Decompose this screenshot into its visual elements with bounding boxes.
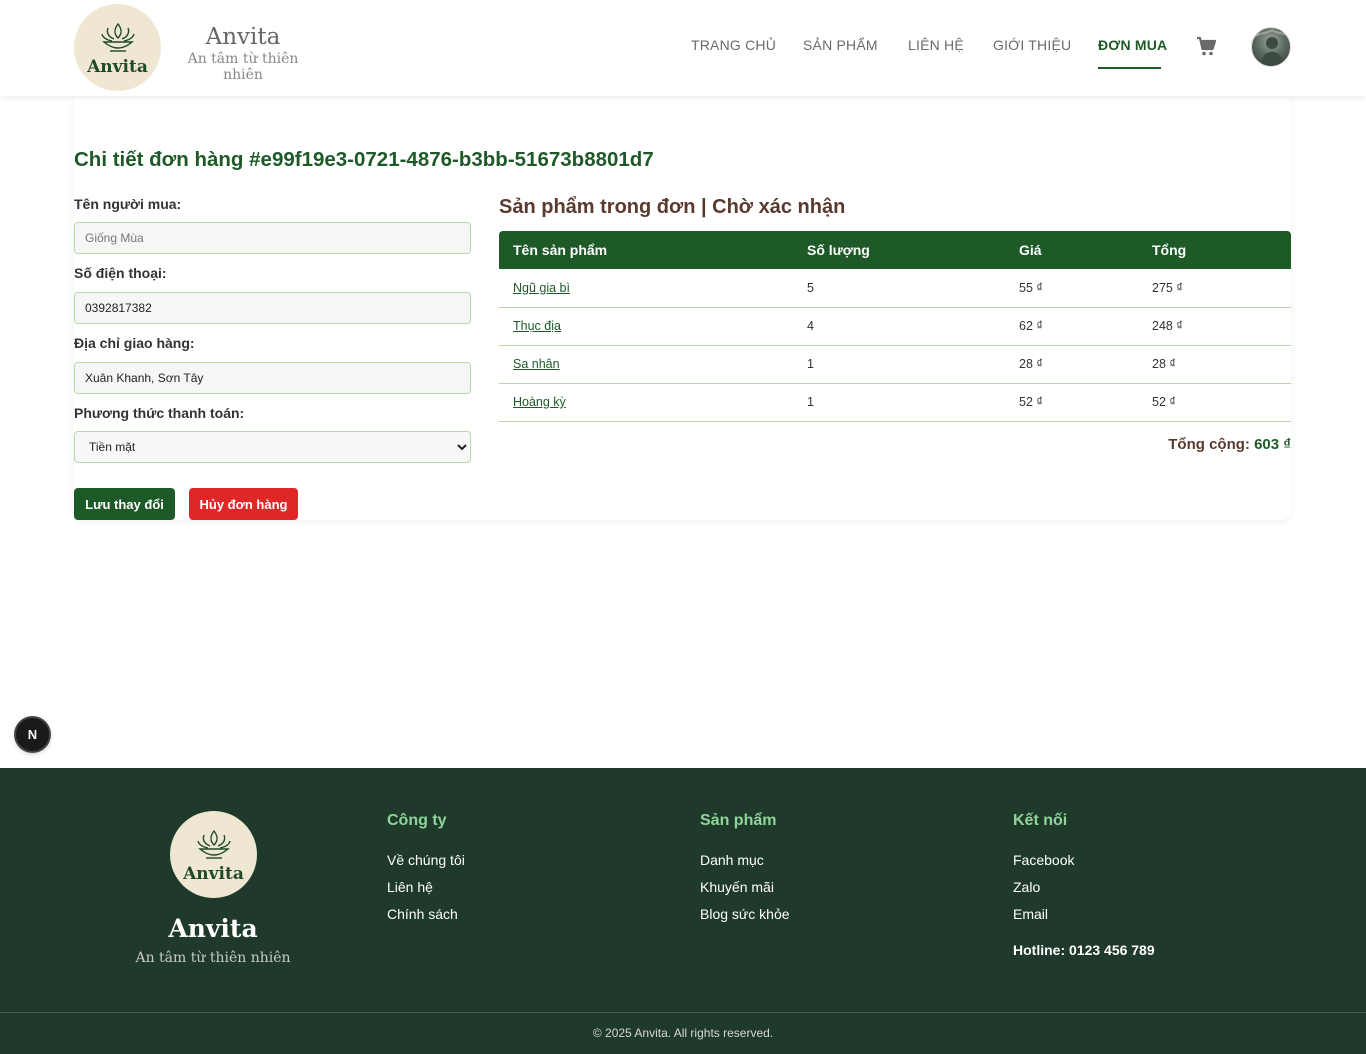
logo[interactable]: Anvita [74, 4, 161, 91]
nav-products[interactable]: SẢN PHẨM [803, 37, 878, 53]
footer-hotline: Hotline: 0123 456 789 [1013, 942, 1155, 958]
address-input[interactable] [74, 362, 471, 394]
avatar-image [1252, 28, 1290, 66]
footer-link-facebook[interactable]: Facebook [1013, 852, 1074, 868]
product-link[interactable]: Sa nhân [513, 357, 560, 371]
site-footer: Anvita Anvita An tâm từ thiên nhiên Công… [0, 768, 1366, 1054]
footer-link-contact[interactable]: Liên hệ [387, 879, 433, 895]
footer-product-title: Sản phẩm [700, 812, 777, 829]
nav-about[interactable]: GIỚI THIỆU [993, 37, 1071, 53]
footer-brand-name: Anvita [168, 914, 258, 943]
price-cell: 62 ₫ [1005, 307, 1138, 346]
herb-bowl-icon [196, 829, 231, 859]
buyer-name-input[interactable] [74, 222, 471, 254]
user-avatar[interactable] [1251, 27, 1291, 67]
footer-link-policy[interactable]: Chính sách [387, 906, 458, 922]
header-name: Tên sản phẩm [499, 231, 793, 269]
footer-divider [0, 1012, 1366, 1013]
total-amount: 603 ₫ [1254, 436, 1291, 453]
nav-contact[interactable]: LIÊN HỆ [908, 37, 964, 53]
header-price: Giá [1005, 231, 1138, 269]
products-section-title: Sản phẩm trong đơn | Chờ xác nhận [499, 196, 846, 218]
products-table: Tên sản phẩm Số lượng Giá Tổng Ngũ gia b… [499, 231, 1291, 422]
qty-cell: 5 [793, 269, 1005, 308]
total-label: Tổng cộng: [1168, 436, 1250, 453]
cart-icon[interactable] [1196, 36, 1216, 56]
order-total: Tổng cộng: 603 ₫ [1168, 436, 1291, 453]
qty-cell: 1 [793, 383, 1005, 422]
header-qty: Số lượng [793, 231, 1005, 269]
footer-link-about[interactable]: Về chúng tôi [387, 852, 465, 868]
footer-link-categories[interactable]: Danh mục [700, 852, 764, 868]
nav-home[interactable]: TRANG CHỦ [691, 37, 776, 53]
footer-brand-tagline: An tâm từ thiên nhiên [135, 950, 291, 966]
price-cell: 52 ₫ [1005, 383, 1138, 422]
footer-logo: Anvita [170, 811, 257, 898]
brand-tagline: An tâm từ thiên nhiên [187, 51, 299, 83]
nav-orders[interactable]: ĐƠN MUA [1098, 37, 1167, 53]
total-cell: 28 ₫ [1138, 345, 1291, 384]
footer-link-blog[interactable]: Blog sức khỏe [700, 906, 790, 922]
footer-copyright: © 2025 Anvita. All rights reserved. [592, 1026, 774, 1040]
page-title: Chi tiết đơn hàng #e99f19e3-0721-4876-b3… [74, 148, 654, 171]
price-cell: 28 ₫ [1005, 345, 1138, 384]
table-row: Hoàng kỳ 1 52 ₫ 52 ₫ [499, 383, 1291, 422]
product-link[interactable]: Thục địa [513, 319, 561, 333]
table-row: Ngũ gia bì 5 55 ₫ 275 ₫ [499, 269, 1291, 308]
footer-link-promotions[interactable]: Khuyến mãi [700, 879, 774, 895]
table-row: Thục địa 4 62 ₫ 248 ₫ [499, 307, 1291, 346]
product-link[interactable]: Ngũ gia bì [513, 281, 570, 295]
dev-tools-badge[interactable]: N [16, 718, 49, 751]
payment-select[interactable]: Tiền mặt [74, 431, 471, 463]
total-cell: 52 ₫ [1138, 383, 1291, 422]
nav-active-indicator [1098, 67, 1161, 69]
brand-name: Anvita [205, 24, 281, 50]
total-cell: 248 ₫ [1138, 307, 1291, 346]
qty-cell: 4 [793, 307, 1005, 346]
brand: Anvita An tâm từ thiên nhiên [172, 24, 314, 83]
footer-link-zalo[interactable]: Zalo [1013, 879, 1040, 895]
herb-bowl-icon [100, 22, 135, 52]
save-button[interactable]: Lưu thay đổi [74, 488, 175, 520]
payment-label: Phương thức thanh toán: [74, 405, 245, 421]
table-header-row: Tên sản phẩm Số lượng Giá Tổng [499, 231, 1291, 269]
price-cell: 55 ₫ [1005, 269, 1138, 308]
footer-logo-text: Anvita [183, 864, 244, 884]
total-cell: 275 ₫ [1138, 269, 1291, 308]
logo-text: Anvita [87, 57, 148, 77]
header-total: Tổng [1138, 231, 1291, 269]
buyer-label: Tên người mua: [74, 196, 182, 212]
footer-connect-title: Kết nối [1013, 812, 1068, 829]
address-label: Địa chỉ giao hàng: [74, 335, 195, 351]
footer-company-title: Công ty [387, 812, 447, 829]
footer-link-email[interactable]: Email [1013, 906, 1048, 922]
qty-cell: 1 [793, 345, 1005, 384]
cancel-order-button[interactable]: Hủy đơn hàng [189, 488, 298, 520]
phone-label: Số điện thoại: [74, 265, 167, 281]
product-link[interactable]: Hoàng kỳ [513, 395, 566, 409]
site-header: Anvita Anvita An tâm từ thiên nhiên TRAN… [0, 0, 1366, 96]
table-row: Sa nhân 1 28 ₫ 28 ₫ [499, 345, 1291, 384]
phone-input[interactable] [74, 292, 471, 324]
